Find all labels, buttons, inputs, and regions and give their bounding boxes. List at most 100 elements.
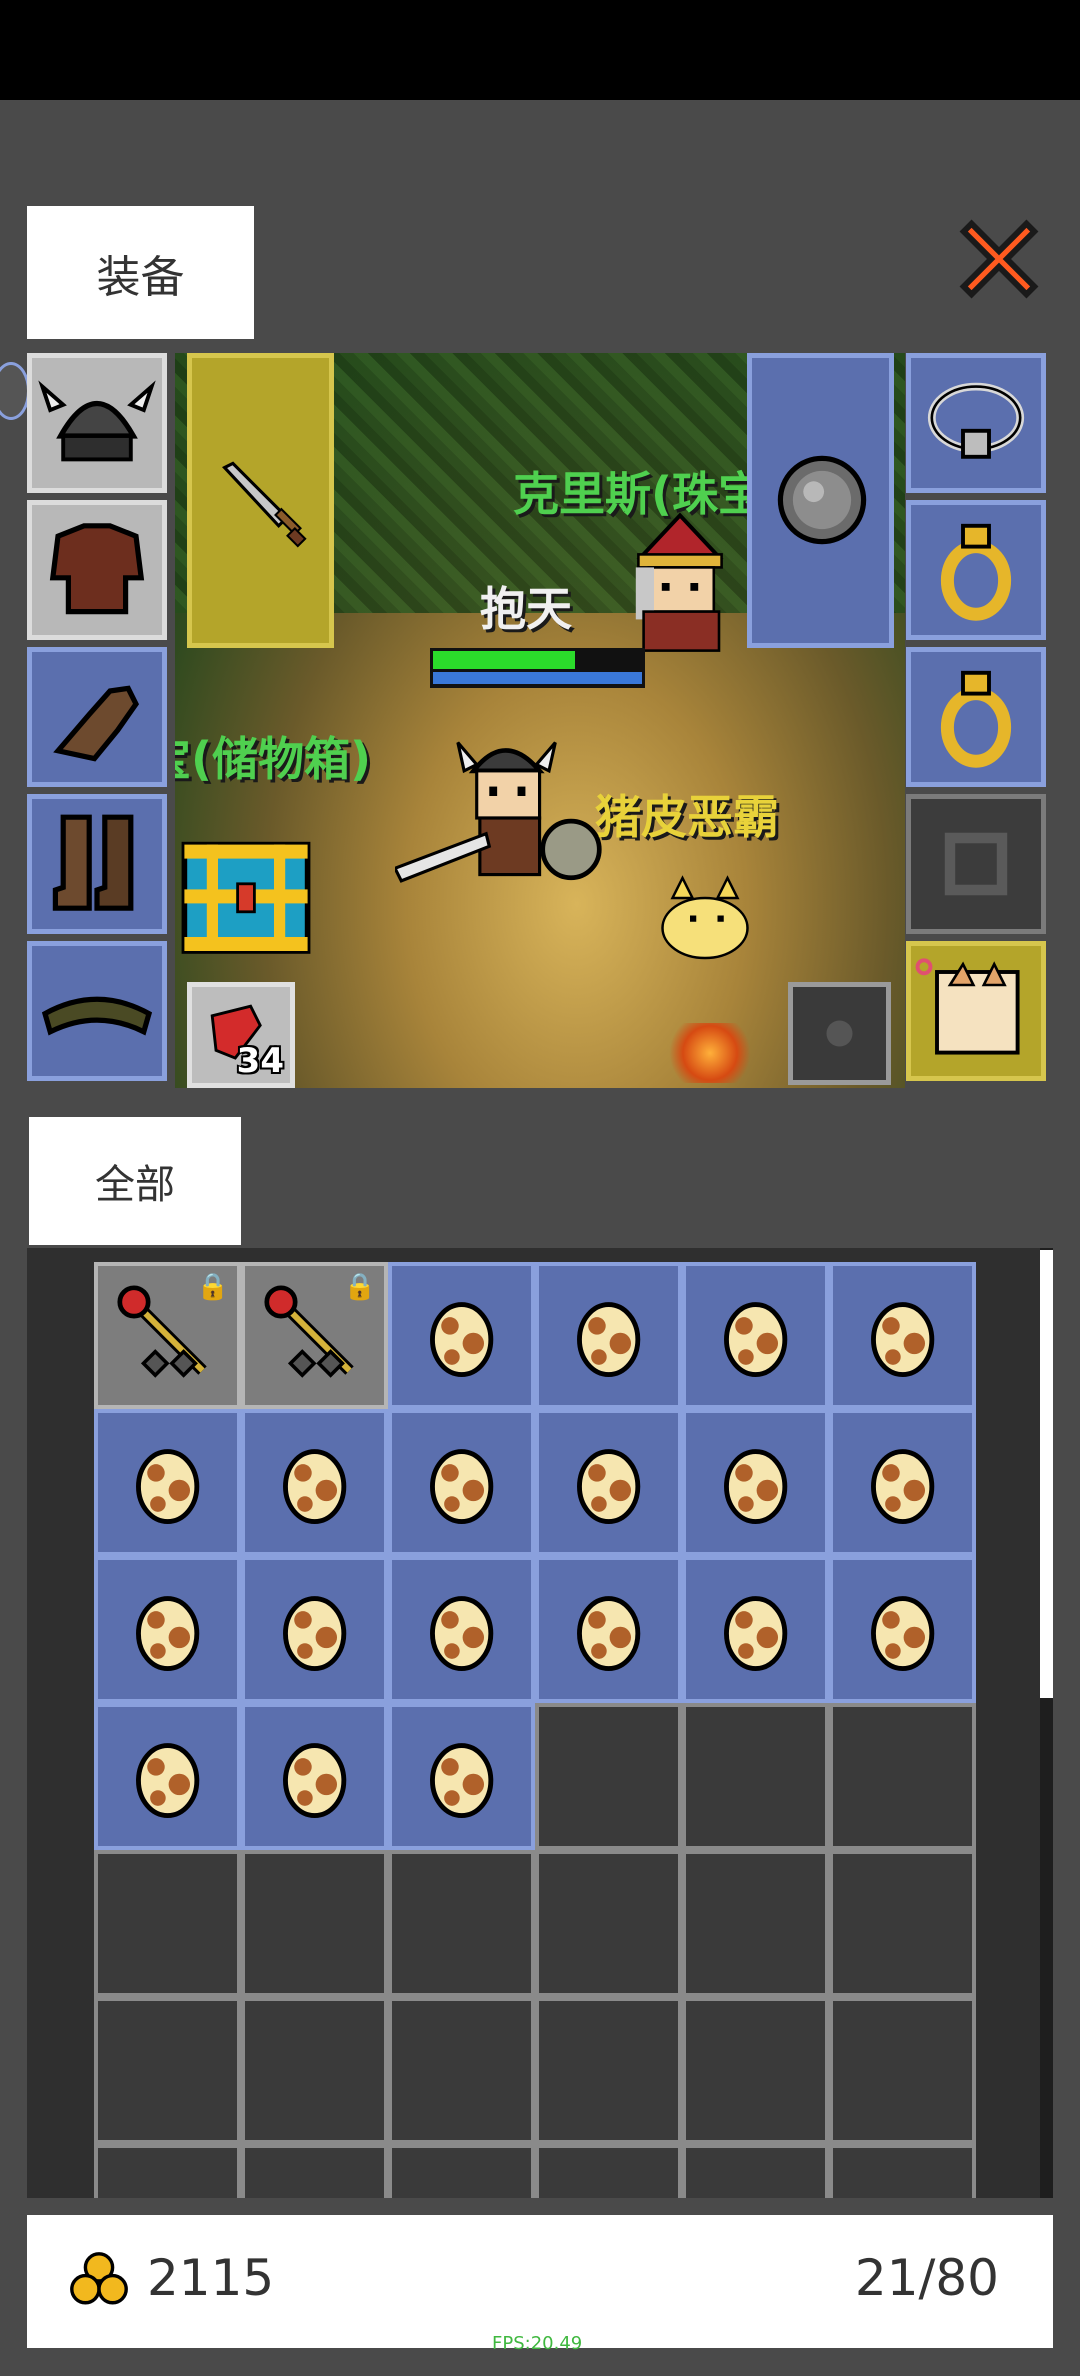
shield-icon bbox=[777, 455, 867, 545]
skull-icon bbox=[826, 1020, 853, 1047]
inventory-slot[interactable] bbox=[682, 1850, 829, 1997]
inventory-slot[interactable] bbox=[94, 1850, 241, 1997]
lock-icon: 🔒 bbox=[343, 1272, 376, 1302]
necklace-icon bbox=[927, 382, 1025, 459]
egg-icon bbox=[135, 1448, 200, 1524]
inventory-slot[interactable] bbox=[94, 1409, 241, 1556]
inventory-slot[interactable] bbox=[388, 1703, 535, 1850]
inventory-slot[interactable] bbox=[388, 1262, 535, 1409]
inventory-slot[interactable] bbox=[682, 1262, 829, 1409]
inventory-slot[interactable] bbox=[829, 1703, 976, 1850]
inventory-slot[interactable] bbox=[388, 1556, 535, 1703]
player-character[interactable] bbox=[395, 723, 615, 913]
inventory-slot[interactable] bbox=[829, 1850, 976, 1997]
inventory-slot[interactable] bbox=[682, 2144, 829, 2198]
inventory-slot[interactable] bbox=[241, 1850, 388, 1997]
egg-icon bbox=[135, 1742, 200, 1818]
inventory-slot[interactable] bbox=[94, 2144, 241, 2198]
egg-icon bbox=[870, 1595, 935, 1671]
ring-slot-1[interactable] bbox=[906, 500, 1046, 640]
helmet-icon bbox=[38, 380, 156, 462]
egg-icon bbox=[723, 1448, 788, 1524]
glove-slot[interactable] bbox=[27, 647, 167, 787]
inventory-capacity: 21/80 bbox=[854, 2249, 999, 2307]
inventory-slot[interactable] bbox=[682, 1703, 829, 1850]
inventory-slot[interactable] bbox=[829, 2144, 976, 2198]
treasure-chest-icon[interactable] bbox=[175, 825, 317, 965]
inventory-slot[interactable] bbox=[388, 1850, 535, 1997]
egg-icon bbox=[282, 1448, 347, 1524]
pet-slot[interactable] bbox=[906, 941, 1046, 1081]
inventory-slot[interactable] bbox=[829, 1556, 976, 1703]
player-hp-mp-bar bbox=[430, 648, 645, 688]
shield-slot[interactable] bbox=[747, 353, 894, 648]
npc-jeweler[interactable] bbox=[615, 503, 745, 663]
locked-slot-icon bbox=[944, 832, 1008, 896]
inventory-slot[interactable] bbox=[535, 1262, 682, 1409]
inventory-slot[interactable] bbox=[829, 1409, 976, 1556]
inventory-slot[interactable] bbox=[829, 1997, 976, 2144]
inventory-slot[interactable] bbox=[94, 1703, 241, 1850]
mp-fill bbox=[433, 672, 642, 684]
inventory-slot[interactable]: 🔒 bbox=[94, 1262, 241, 1409]
inventory-slot[interactable] bbox=[535, 1850, 682, 1997]
egg-icon bbox=[723, 1301, 788, 1377]
fox-pet[interactable] bbox=[645, 873, 775, 973]
inventory-slot[interactable]: 🔒 bbox=[241, 1262, 388, 1409]
inventory-panel: 🔒 🔒 bbox=[27, 1248, 1053, 2198]
armor-slot[interactable] bbox=[27, 500, 167, 640]
ring-slot-2[interactable] bbox=[906, 647, 1046, 787]
inventory-slot[interactable] bbox=[535, 2144, 682, 2198]
inventory-slot[interactable] bbox=[388, 1997, 535, 2144]
sword-icon bbox=[222, 461, 307, 548]
potion-slot[interactable]: 34 bbox=[187, 982, 295, 1088]
inventory-slot[interactable] bbox=[241, 1556, 388, 1703]
quick-slot[interactable] bbox=[788, 982, 891, 1085]
belt-icon bbox=[41, 996, 153, 1036]
chest-name-label: 宝(储物箱) bbox=[175, 732, 372, 786]
necklace-slot[interactable] bbox=[906, 353, 1046, 493]
inventory-slot[interactable] bbox=[241, 1703, 388, 1850]
inventory-slot[interactable] bbox=[535, 1703, 682, 1850]
egg-icon bbox=[429, 1301, 494, 1377]
close-icon[interactable] bbox=[950, 210, 1048, 308]
inventory-slot[interactable] bbox=[535, 1556, 682, 1703]
fps-counter: FPS:20.49 bbox=[492, 2333, 583, 2354]
tab-all[interactable]: 全部 bbox=[29, 1117, 241, 1245]
tab-equipment[interactable]: 装备 bbox=[27, 206, 254, 339]
inventory-slot[interactable] bbox=[388, 2144, 535, 2198]
status-bar bbox=[0, 0, 1080, 100]
inventory-slot[interactable] bbox=[241, 2144, 388, 2198]
belt-slot[interactable] bbox=[27, 941, 167, 1081]
enemy-name-label: 猪皮恶霸 bbox=[595, 790, 779, 844]
inventory-slot[interactable] bbox=[241, 1409, 388, 1556]
egg-icon bbox=[429, 1742, 494, 1818]
boots-slot[interactable] bbox=[27, 794, 167, 934]
inventory-slot[interactable] bbox=[682, 1997, 829, 2144]
fire-effect bbox=[665, 1023, 755, 1083]
locked-slot[interactable] bbox=[906, 794, 1046, 934]
inventory-footer: 2115 21/80 bbox=[27, 2215, 1053, 2348]
egg-icon bbox=[723, 1595, 788, 1671]
player-name-label: 抱天 bbox=[480, 582, 572, 636]
egg-icon bbox=[429, 1448, 494, 1524]
inventory-slot[interactable] bbox=[535, 1409, 682, 1556]
inventory-slot[interactable] bbox=[94, 1997, 241, 2144]
inventory-slot[interactable] bbox=[682, 1556, 829, 1703]
egg-icon bbox=[429, 1595, 494, 1671]
egg-icon bbox=[576, 1448, 641, 1524]
weapon-slot[interactable] bbox=[187, 353, 334, 648]
inventory-slot[interactable] bbox=[94, 1556, 241, 1703]
egg-icon bbox=[282, 1595, 347, 1671]
scrollbar-thumb[interactable] bbox=[1040, 1250, 1053, 1698]
helmet-slot[interactable] bbox=[27, 353, 167, 493]
inventory-slot[interactable] bbox=[388, 1409, 535, 1556]
inventory-slot[interactable] bbox=[241, 1997, 388, 2144]
inventory-slot[interactable] bbox=[535, 1997, 682, 2144]
armor-icon bbox=[49, 523, 145, 615]
egg-icon bbox=[576, 1595, 641, 1671]
egg-icon bbox=[135, 1595, 200, 1671]
boots-icon bbox=[52, 814, 134, 911]
inventory-slot[interactable] bbox=[682, 1409, 829, 1556]
inventory-slot[interactable] bbox=[829, 1262, 976, 1409]
